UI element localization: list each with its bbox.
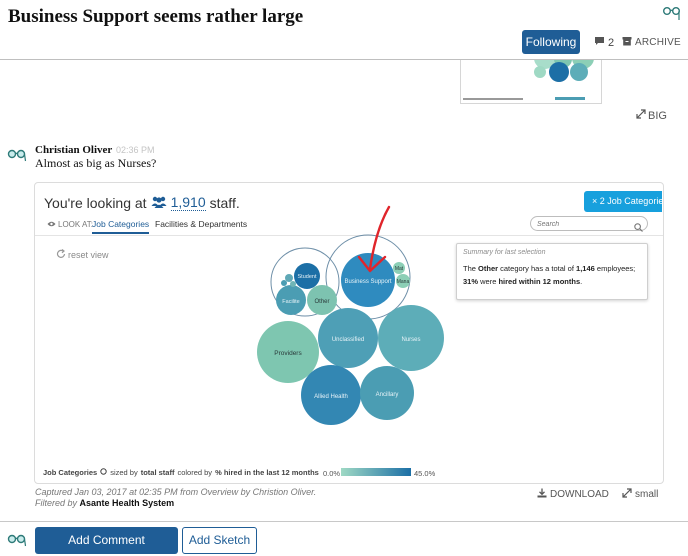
summary-text-part: category has a total of	[500, 264, 574, 273]
avatar	[7, 148, 29, 169]
snapshot-card: You're looking at 1,910 staff. × 2 Job C…	[34, 182, 664, 484]
circle-outline-icon	[100, 468, 107, 477]
download-icon	[537, 488, 547, 501]
divider	[0, 521, 688, 522]
legend-category: Job Categories	[43, 468, 98, 477]
bubble-student[interactable]: Student	[294, 263, 320, 289]
filtered-info: Filtered by Asante Health System	[35, 498, 174, 508]
add-comment-button[interactable]: Add Comment	[35, 527, 178, 554]
bubble-other[interactable]: Other	[307, 285, 337, 315]
summary-percent: 31%	[463, 277, 479, 286]
comment-count-value: 2	[608, 36, 615, 49]
bubble-small[interactable]	[281, 280, 287, 286]
chart-legend: Job Categories sized by total staff colo…	[43, 468, 319, 477]
bubble-allied-health[interactable]: Allied Health	[301, 365, 361, 425]
summary-category: Other	[478, 264, 499, 273]
bubble-small[interactable]	[290, 281, 296, 287]
download-button[interactable]: DOWNLOAD	[537, 488, 609, 501]
archive-box-icon	[622, 36, 632, 49]
bubble-mana[interactable]: Mana	[396, 274, 410, 288]
bubble-business-support[interactable]: Business Support	[341, 253, 395, 307]
bubble-label: Other	[314, 299, 329, 305]
bubble-label: Allied Health	[314, 394, 348, 400]
expand-arrows-icon	[636, 109, 646, 122]
filtered-value: Asante Health System	[79, 498, 175, 508]
bubble-providers[interactable]: Providers	[257, 321, 319, 383]
following-button[interactable]: Following	[522, 30, 580, 54]
bubble-nurses[interactable]: Nurses	[378, 305, 444, 371]
legend-sized-by: sized by	[110, 468, 138, 477]
summary-text: The Other category has a total of 1,146 …	[463, 262, 641, 288]
speech-bubble-icon	[594, 36, 605, 49]
compress-arrows-icon	[622, 488, 632, 501]
summary-text-part: .	[580, 277, 583, 286]
bubble-label: Student	[298, 274, 317, 280]
legend-min: 0.0%	[323, 469, 341, 478]
summary-count: 1,146	[576, 264, 595, 273]
bubble-label: Mat	[395, 266, 404, 272]
selection-summary-panel: Summary for last selection The Other cat…	[456, 243, 648, 300]
big-view-link[interactable]: BIG	[636, 109, 667, 122]
archive-button[interactable]: ARCHIVE	[622, 36, 681, 49]
bubble-label: Providers	[274, 350, 302, 357]
summary-hired: hired within 12 months	[498, 277, 581, 286]
bubble-ancillary[interactable]: Ancillary	[360, 366, 414, 420]
download-label: DOWNLOAD	[550, 489, 609, 500]
previous-snapshot-thumbnail[interactable]	[460, 60, 602, 104]
comment-time: 02:36 PM	[116, 145, 155, 155]
big-label: BIG	[648, 109, 667, 122]
summary-text-part: The	[463, 264, 476, 273]
bubble-label: Nurses	[401, 337, 420, 343]
bubble-chart[interactable]: Business Support Student Facilite Other …	[35, 183, 664, 443]
legend-color-scale	[341, 468, 411, 476]
comment-author[interactable]: Christian Oliver	[35, 144, 112, 156]
filtered-label: Filtered by	[35, 498, 78, 508]
archive-label: ARCHIVE	[635, 37, 681, 48]
bubble-label: Unclassified	[332, 337, 364, 343]
bubble-unclassified[interactable]: Unclassified	[318, 308, 378, 368]
comment-text: Almost as big as Nurses?	[35, 156, 157, 170]
legend-colored-by: colored by	[177, 468, 213, 477]
legend-color-metric: % hired in the last 12 months	[215, 468, 319, 477]
glasses-logo-icon	[662, 6, 682, 27]
summary-text-part: were	[480, 277, 497, 286]
summary-title: Summary for last selection	[463, 249, 546, 256]
add-sketch-button[interactable]: Add Sketch	[182, 527, 257, 554]
captured-info: Captured Jan 03, 2017 at 02:35 PM from O…	[35, 487, 317, 497]
small-view-link[interactable]: small	[622, 488, 658, 501]
avatar	[7, 533, 29, 554]
legend-size-metric: total staff	[140, 468, 175, 477]
bubble-mat[interactable]: Mat	[393, 262, 405, 274]
legend-max: 45.0%	[414, 469, 436, 478]
bubble-label: Facilite	[282, 299, 299, 305]
bubble-label: Business Support	[344, 279, 391, 285]
small-label: small	[635, 489, 659, 500]
bubble-label: Mana	[397, 279, 410, 285]
page-title: Business Support seems rather large	[8, 6, 304, 27]
bubble-label: Ancillary	[376, 392, 399, 398]
bubble-facilite[interactable]: Facilite	[276, 285, 306, 315]
comment-count[interactable]: 2	[594, 36, 614, 49]
summary-text-part: employees;	[596, 264, 636, 273]
bubble-small[interactable]	[285, 274, 293, 282]
